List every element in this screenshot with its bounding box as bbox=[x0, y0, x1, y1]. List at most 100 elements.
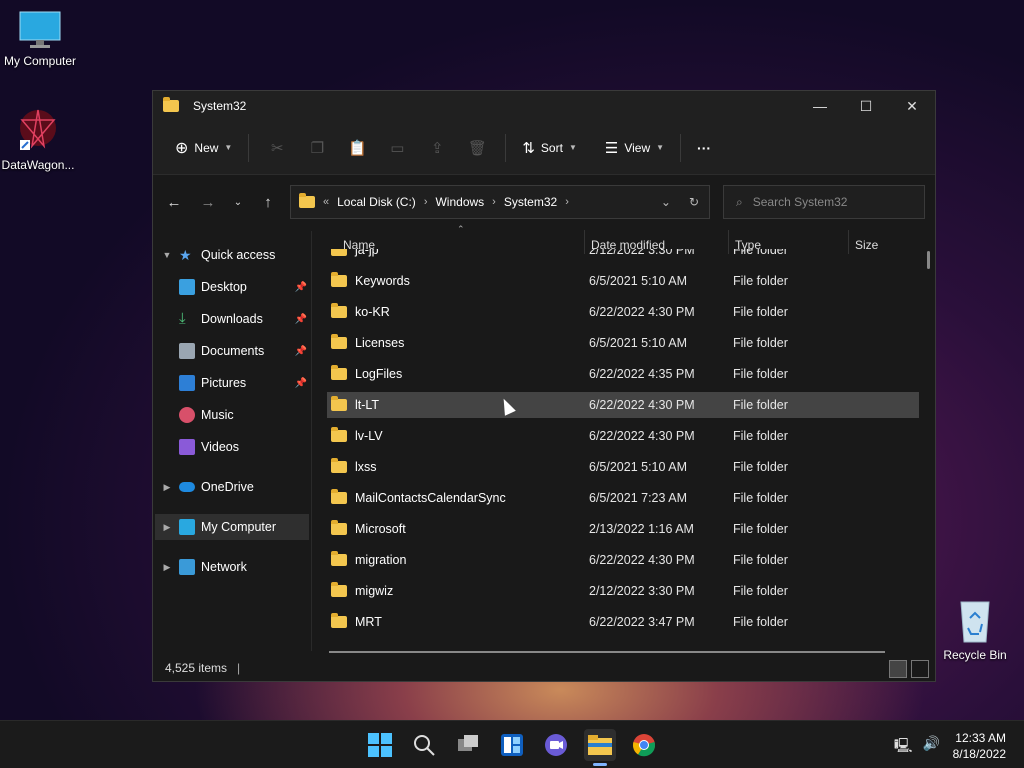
maximize-button[interactable]: ☐ bbox=[843, 91, 889, 121]
file-type: File folder bbox=[733, 305, 788, 319]
documents-icon bbox=[179, 343, 195, 359]
cut-icon[interactable]: ✂ bbox=[257, 132, 297, 164]
close-button[interactable]: ✕ bbox=[889, 91, 935, 121]
pin-icon[interactable]: 📌 bbox=[295, 314, 307, 325]
file-type: File folder bbox=[733, 491, 788, 505]
sidebar-item-documents[interactable]: Documents 📌 bbox=[179, 338, 309, 364]
desktop-icon-recycle-bin[interactable]: Recycle Bin bbox=[935, 598, 1015, 662]
chevron-right-icon[interactable]: ▶ bbox=[155, 482, 179, 493]
sidebar-item-network[interactable]: ▶ Network bbox=[155, 554, 309, 580]
sidebar-item-my-computer[interactable]: ▶ My Computer bbox=[155, 514, 309, 540]
pin-icon[interactable]: 📌 bbox=[295, 378, 307, 389]
file-row[interactable]: Keywords 6/5/2021 5:10 AM File folder bbox=[327, 268, 919, 294]
refresh-icon[interactable]: ↻ bbox=[689, 195, 699, 209]
music-icon bbox=[179, 407, 195, 423]
file-row[interactable]: ja-jp 2/12/2022 3:30 PM File folder bbox=[327, 249, 919, 263]
sidebar-item-videos[interactable]: Videos bbox=[179, 434, 309, 460]
breadcrumb-windows[interactable]: Windows bbox=[435, 195, 484, 209]
share-icon[interactable]: ⇪ bbox=[417, 132, 457, 164]
file-row[interactable]: migration 6/22/2022 4:30 PM File folder bbox=[327, 547, 919, 573]
delete-icon[interactable]: 🗑 bbox=[457, 132, 497, 164]
search-button[interactable] bbox=[408, 729, 440, 761]
file-row-hovered[interactable]: lt-LT 6/22/2022 4:30 PM File folder bbox=[327, 392, 919, 418]
file-row[interactable]: lxss 6/5/2021 5:10 AM File folder bbox=[327, 454, 919, 480]
address-history-icon[interactable]: ⌄ bbox=[661, 195, 671, 209]
forward-button[interactable]: → bbox=[193, 187, 223, 217]
file-row[interactable]: lv-LV 6/22/2022 4:30 PM File folder bbox=[327, 423, 919, 449]
file-row[interactable]: Microsoft 2/13/2022 1:16 AM File folder bbox=[327, 516, 919, 542]
vertical-scrollbar[interactable] bbox=[927, 251, 930, 269]
details-view-button[interactable] bbox=[889, 660, 907, 678]
file-row[interactable]: MailContactsCalendarSync 6/5/2021 7:23 AM… bbox=[327, 485, 919, 511]
pane-divider[interactable] bbox=[311, 231, 312, 651]
breadcrumb-local-disk[interactable]: Local Disk (C:) bbox=[337, 195, 416, 209]
folder-icon bbox=[331, 458, 347, 473]
folder-icon bbox=[331, 582, 347, 597]
more-options-button[interactable]: ··· bbox=[689, 132, 719, 164]
file-row[interactable]: migwiz 2/12/2022 3:30 PM File folder bbox=[327, 578, 919, 604]
widgets-button[interactable] bbox=[496, 729, 528, 761]
file-row[interactable]: LogFiles 6/22/2022 4:35 PM File folder bbox=[327, 361, 919, 387]
file-type: File folder bbox=[733, 522, 788, 536]
sidebar-item-pictures[interactable]: Pictures 📌 bbox=[179, 370, 309, 396]
back-button[interactable]: ← bbox=[159, 187, 189, 217]
widgets-icon bbox=[501, 734, 523, 756]
title-bar[interactable]: System32 — ☐ ✕ bbox=[153, 91, 935, 121]
pin-icon[interactable]: 📌 bbox=[295, 346, 307, 357]
sidebar-item-label: Quick access bbox=[201, 248, 276, 262]
folder-icon bbox=[331, 396, 347, 411]
file-type: File folder bbox=[733, 249, 788, 257]
address-bar[interactable]: « Local Disk (C:) › Windows › System32 ›… bbox=[290, 185, 710, 219]
sidebar-item-downloads[interactable]: ⤓ Downloads 📌 bbox=[179, 306, 309, 332]
cloud-icon bbox=[179, 482, 195, 492]
tiles-view-button[interactable] bbox=[911, 660, 929, 678]
sidebar-item-quick-access[interactable]: ▼ ★ Quick access bbox=[155, 242, 309, 268]
chrome-button[interactable] bbox=[628, 729, 660, 761]
chat-icon bbox=[545, 734, 567, 756]
file-name: migwiz bbox=[355, 584, 394, 598]
file-row[interactable]: MRT 6/22/2022 3:47 PM File folder bbox=[327, 609, 919, 635]
clock[interactable]: 12:33 AM 8/18/2022 bbox=[953, 730, 1006, 762]
minimize-button[interactable]: — bbox=[797, 91, 843, 121]
sidebar-item-onedrive[interactable]: ▶ OneDrive bbox=[155, 474, 309, 500]
file-date: 6/5/2021 5:10 AM bbox=[589, 274, 687, 288]
search-box[interactable]: ⌕ Search System32 bbox=[723, 185, 925, 219]
desktop-icon-datawagon[interactable]: DataWagon... bbox=[0, 106, 78, 172]
chevron-down-icon[interactable]: ▼ bbox=[155, 250, 179, 260]
file-row[interactable]: ko-KR 6/22/2022 4:30 PM File folder bbox=[327, 299, 919, 325]
file-type: File folder bbox=[733, 584, 788, 598]
rename-icon[interactable]: ▭ bbox=[377, 132, 417, 164]
file-row[interactable]: Licenses 6/5/2021 5:10 AM File folder bbox=[327, 330, 919, 356]
file-date: 2/12/2022 3:30 PM bbox=[589, 249, 695, 257]
volume-icon[interactable]: 🔊 bbox=[923, 735, 940, 759]
new-button[interactable]: ⊕ New ▼ bbox=[167, 132, 240, 164]
start-button[interactable] bbox=[364, 729, 396, 761]
navigation-pane: ▼ ★ Quick access Desktop 📌 ⤓ Downloads 📌… bbox=[153, 236, 309, 656]
sidebar-item-label: Documents bbox=[201, 344, 265, 358]
desktop-icon-my-computer[interactable]: My Computer bbox=[0, 10, 80, 68]
copy-icon[interactable]: ❐ bbox=[297, 132, 337, 164]
desktop-icon-label: My Computer bbox=[3, 54, 77, 68]
sidebar-item-music[interactable]: Music bbox=[179, 402, 309, 428]
search-icon bbox=[414, 735, 435, 756]
sort-button[interactable]: ⇅ Sort ▼ bbox=[514, 132, 585, 164]
recent-locations-button[interactable]: ⌄ bbox=[223, 187, 253, 217]
sidebar-item-desktop[interactable]: Desktop 📌 bbox=[179, 274, 309, 300]
breadcrumb-system32[interactable]: System32 bbox=[504, 195, 557, 209]
pin-icon[interactable]: 📌 bbox=[295, 282, 307, 293]
chevron-right-icon[interactable]: ▶ bbox=[155, 522, 179, 533]
horizontal-scrollbar[interactable] bbox=[329, 651, 885, 653]
chevron-right-icon[interactable]: ▶ bbox=[155, 562, 179, 573]
file-explorer-taskbar-button[interactable] bbox=[584, 729, 616, 766]
paste-icon[interactable]: 📋 bbox=[337, 132, 377, 164]
file-type: File folder bbox=[733, 460, 788, 474]
up-button[interactable]: ↑ bbox=[253, 187, 283, 217]
task-view-button[interactable] bbox=[452, 729, 484, 761]
overflow-crumbs[interactable]: « bbox=[323, 196, 329, 208]
view-button[interactable]: ☰ View ▼ bbox=[597, 132, 672, 164]
windows-logo-icon bbox=[368, 733, 392, 757]
sidebar-item-label: Music bbox=[201, 408, 234, 422]
network-status-icon[interactable]: 🖳 bbox=[894, 735, 913, 759]
chat-button[interactable] bbox=[540, 729, 572, 761]
folder-icon bbox=[331, 303, 347, 318]
